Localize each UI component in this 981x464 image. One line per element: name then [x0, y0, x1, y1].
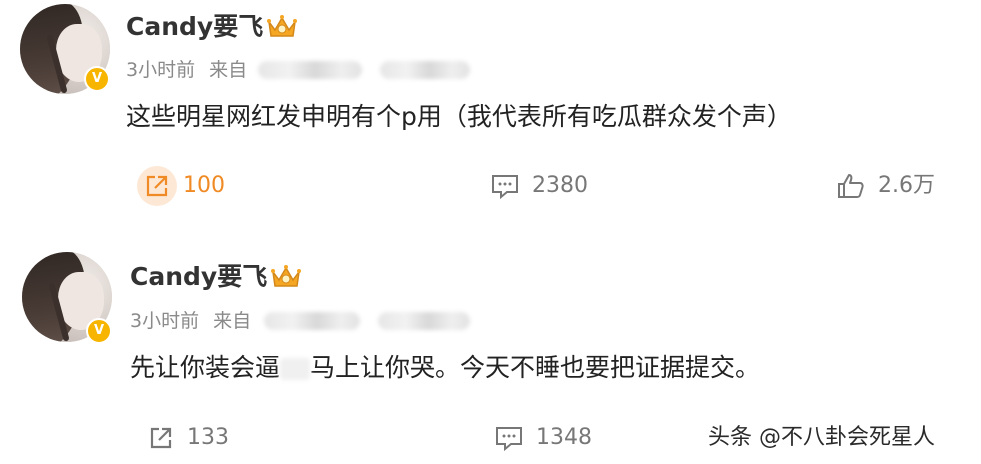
comment-count: 1348: [536, 425, 592, 450]
source-prefix: 来自: [213, 310, 252, 332]
repost-count: 133: [187, 425, 229, 450]
blurred-source: [380, 61, 470, 79]
comment-button[interactable]: 2380: [490, 172, 588, 200]
username[interactable]: Candy要飞: [130, 262, 267, 292]
blurred-source: [264, 312, 360, 330]
post-meta: 3小时前 来自: [130, 309, 251, 333]
comment-button[interactable]: 1348: [494, 424, 592, 452]
verified-badge-icon: V: [84, 66, 110, 92]
repost-button[interactable]: 100: [143, 172, 225, 200]
comment-count: 2380: [532, 173, 588, 198]
comment-icon: [496, 427, 522, 452]
blurred-source: [378, 312, 470, 330]
post-time[interactable]: 3小时前: [126, 59, 195, 81]
repost-icon: [146, 175, 168, 197]
like-icon: [838, 174, 864, 198]
crown-icon: [267, 15, 297, 37]
blurred-text: [280, 358, 311, 380]
repost-icon: [150, 427, 172, 449]
watermark: 头条 @不八卦会死星人: [708, 425, 935, 450]
repost-button[interactable]: 133: [147, 424, 229, 452]
post-meta: 3小时前 来自: [126, 58, 247, 82]
comment-icon: [492, 175, 518, 200]
post-content: 先让你装会逼 马上让你哭。今天不睡也要把证据提交。: [130, 353, 761, 382]
like-count: 2.6万: [878, 173, 935, 198]
username[interactable]: Candy要飞: [126, 12, 263, 42]
weibo-post: V Candy要飞 3小时前 来自 这些明星网红发申明有个p用（我代表所有吃瓜群…: [0, 0, 981, 232]
post-time[interactable]: 3小时前: [130, 310, 199, 332]
repost-count: 100: [183, 173, 225, 198]
like-button[interactable]: 2.6万: [836, 172, 935, 200]
verified-badge-icon: V: [86, 318, 112, 344]
crown-icon: [271, 265, 301, 287]
source-prefix: 来自: [209, 59, 248, 81]
post-content: 这些明星网红发申明有个p用（我代表所有吃瓜群众发个声）: [126, 102, 792, 131]
blurred-source: [258, 61, 362, 79]
